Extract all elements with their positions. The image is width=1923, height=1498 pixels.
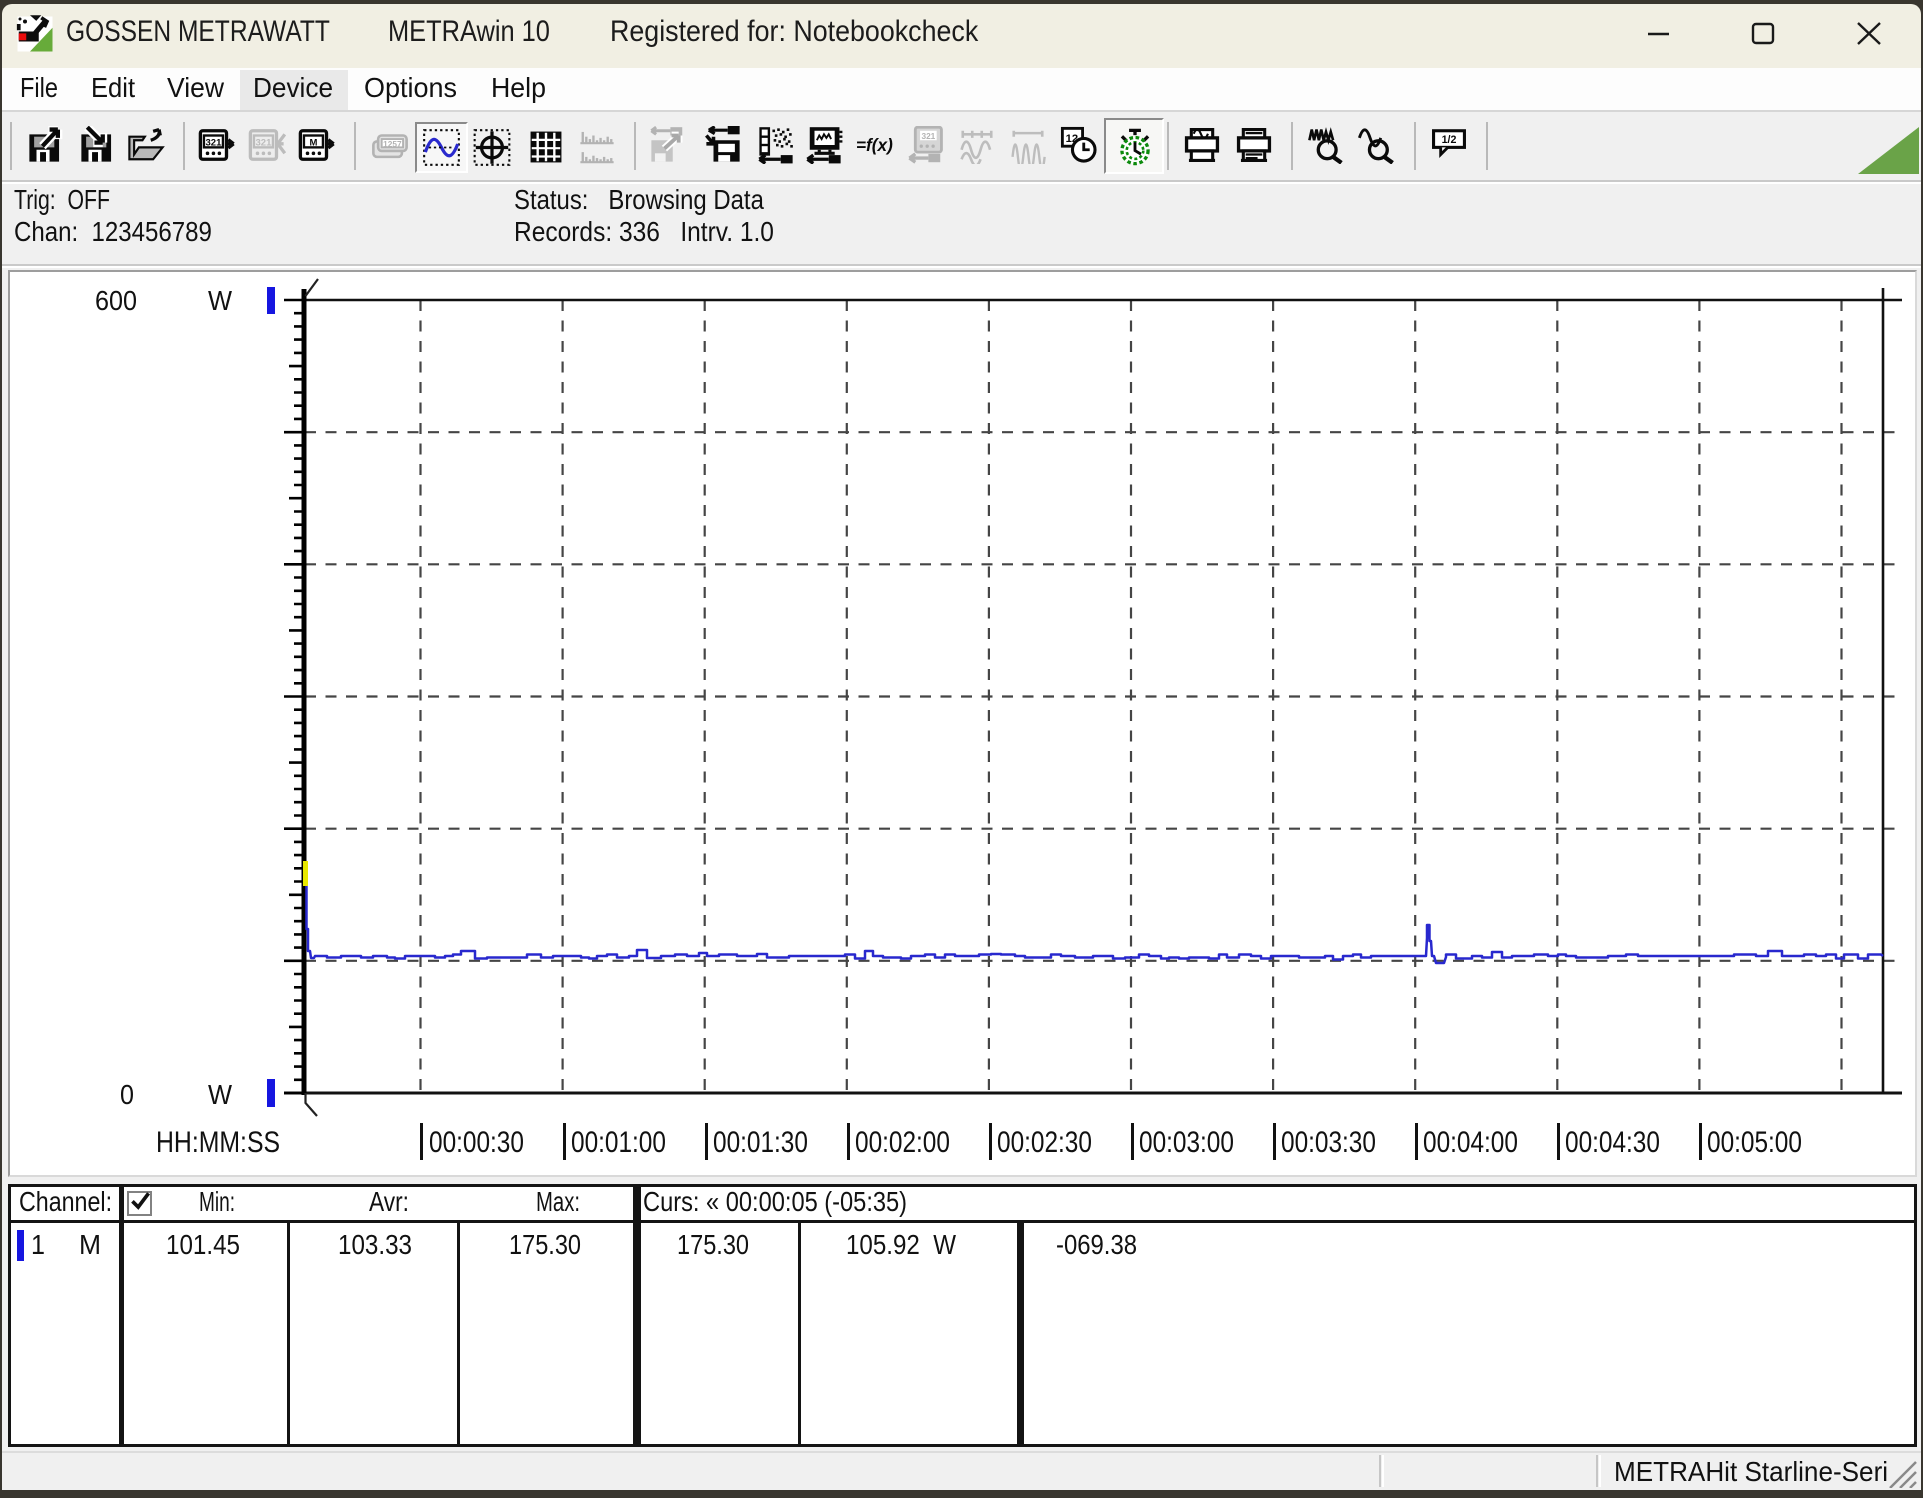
svg-text:1/2: 1/2: [1442, 134, 1457, 146]
svg-text:M: M: [309, 138, 317, 149]
svg-text:321: 321: [921, 131, 935, 141]
svg-text:=f(x): =f(x): [856, 135, 893, 155]
svg-text:321: 321: [206, 138, 223, 149]
svg-text:321: 321: [256, 138, 273, 149]
svg-text:1257: 1257: [383, 139, 402, 149]
